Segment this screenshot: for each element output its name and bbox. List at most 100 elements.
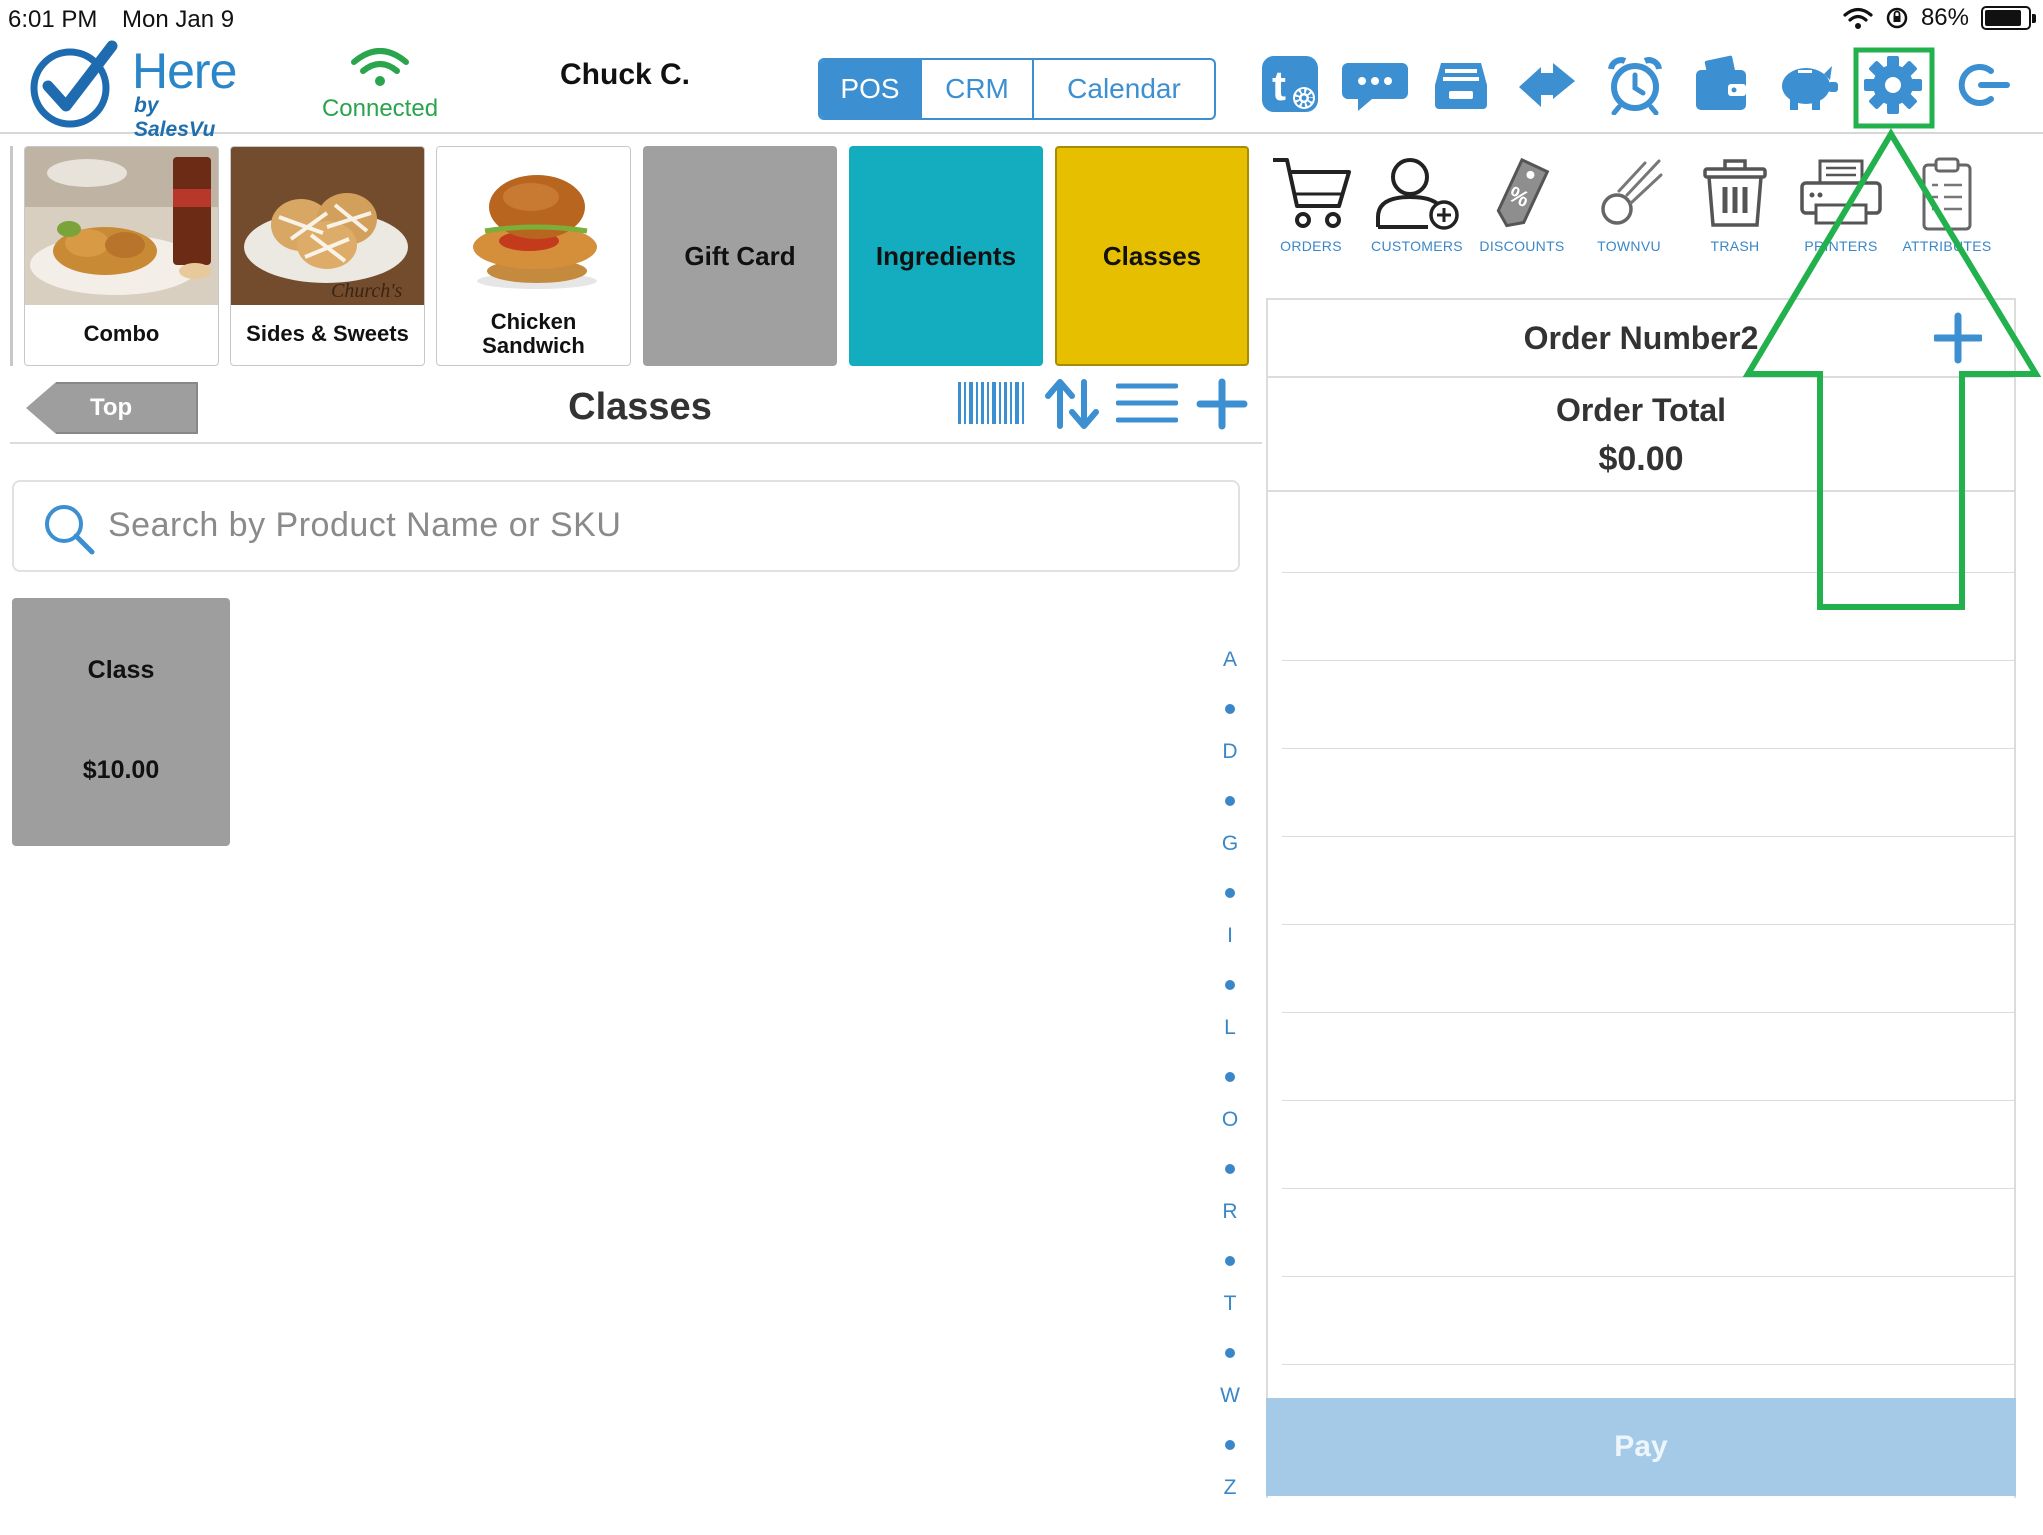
alpha-dot <box>1225 1440 1235 1450</box>
cash-drawer-icon[interactable] <box>1424 48 1498 122</box>
sandwich-photo <box>437 147 630 305</box>
user-name[interactable]: Chuck C. <box>560 58 690 92</box>
category-combo[interactable]: Combo <box>24 146 219 366</box>
top-label: Top <box>90 394 133 421</box>
connection-label: Connected <box>321 95 439 122</box>
alpha-letter[interactable]: D <box>1212 740 1248 764</box>
barcode-icon[interactable] <box>956 380 1026 431</box>
alpha-dot <box>1225 796 1235 806</box>
category-label: Chicken Sandwich <box>482 308 585 358</box>
brand-sub: by SalesVu <box>134 94 216 141</box>
search-input[interactable]: Search by Product Name or SKU <box>12 480 1240 572</box>
alpha-letter[interactable]: L <box>1212 1016 1248 1040</box>
category-gift-card[interactable]: Gift Card <box>643 146 837 366</box>
add-customer-icon <box>1376 158 1459 230</box>
printers-action[interactable]: PRINTERS <box>1786 148 1896 268</box>
scroll-edge <box>10 146 13 366</box>
category-chicken-sandwich[interactable]: Chicken Sandwich <box>436 146 631 366</box>
orientation-lock-icon <box>1886 7 1908 29</box>
alpha-letter[interactable]: W <box>1212 1384 1248 1408</box>
sides-photo: Church's <box>231 147 424 305</box>
trash-icon <box>1703 159 1767 227</box>
category-sides-sweets[interactable]: Church's Sides & Sweets <box>230 146 425 366</box>
order-total-value: $0.00 <box>1598 440 1684 478</box>
product-price: $10.00 <box>82 756 160 784</box>
battery-percent: 86% <box>1920 4 1969 31</box>
logout-icon[interactable] <box>1944 48 2018 122</box>
combo-photo <box>25 147 218 305</box>
order-line-slot <box>1282 1012 2014 1013</box>
discounts-action[interactable]: % DISCOUNTS <box>1467 148 1577 268</box>
customers-action[interactable]: CUSTOMERS <box>1361 148 1473 268</box>
alpha-letter[interactable]: Z <box>1212 1476 1248 1500</box>
product-name: Class <box>87 656 155 684</box>
order-line-slot <box>1282 1100 2014 1101</box>
discount-tag-icon: % <box>1496 157 1550 228</box>
alpha-dot <box>1225 888 1235 898</box>
action-label: TOWNVU <box>1597 238 1661 254</box>
product-tile[interactable]: Class $10.00 <box>12 598 230 846</box>
add-product-icon[interactable] <box>1196 378 1248 435</box>
search-icon <box>45 505 95 555</box>
gear-icon[interactable] <box>1856 48 1930 122</box>
top-button[interactable]: Top <box>26 382 198 434</box>
order-total-label: Order Total <box>1555 392 1727 428</box>
category-classes[interactable]: Classes <box>1055 146 1249 366</box>
action-label: CUSTOMERS <box>1371 238 1463 254</box>
alpha-dot <box>1225 1348 1235 1358</box>
alpha-letter[interactable]: G <box>1212 832 1248 856</box>
category-label: Sides & Sweets <box>246 320 409 346</box>
alpha-dot <box>1225 1164 1235 1174</box>
sort-icon[interactable] <box>1044 378 1100 435</box>
order-line-slot <box>1282 660 2014 661</box>
brand-name: Here <box>132 43 237 99</box>
order-line-slot <box>1282 572 2014 573</box>
tab-pos[interactable]: POS <box>820 60 922 118</box>
wifi-connected-icon <box>351 48 409 86</box>
alpha-letter[interactable]: I <box>1212 924 1248 948</box>
townvu-settings-icon[interactable]: t <box>1254 48 1328 122</box>
action-label: DISCOUNTS <box>1479 238 1565 254</box>
checkmark-logo-icon <box>30 40 118 128</box>
status-time: 6:01 PM <box>8 6 98 33</box>
alpha-letter[interactable]: O <box>1212 1108 1248 1132</box>
svg-text:t: t <box>1272 62 1286 109</box>
trash-action[interactable]: TRASH <box>1680 148 1790 268</box>
piggy-bank-icon[interactable] <box>1770 48 1844 122</box>
action-label: ORDERS <box>1280 238 1342 254</box>
mode-tabs: POS CRM Calendar <box>818 58 1216 120</box>
cart-icon <box>1273 158 1351 228</box>
pay-button[interactable]: Pay <box>1266 1398 2016 1496</box>
order-line-slot <box>1282 1188 2014 1189</box>
order-line-slot <box>1282 1364 2014 1365</box>
alpha-letter[interactable]: A <box>1212 648 1248 672</box>
orders-action[interactable]: ORDERS <box>1256 148 1366 268</box>
action-label: PRINTERS <box>1804 238 1878 254</box>
alpha-dot <box>1225 1256 1235 1266</box>
order-line-slot <box>1282 748 2014 749</box>
alarm-clock-icon[interactable] <box>1598 48 1672 122</box>
tab-calendar[interactable]: Calendar <box>1034 60 1214 118</box>
here-logo: Here by SalesVu <box>28 38 238 141</box>
order-line-slot <box>1282 1276 2014 1277</box>
list-view-icon[interactable] <box>1115 380 1179 431</box>
attributes-action[interactable]: ATTRIBUTES <box>1892 148 2002 268</box>
status-right: 86% <box>1843 4 2036 32</box>
battery-icon <box>1981 6 2036 30</box>
category-ingredients[interactable]: Ingredients <box>849 146 1043 366</box>
wallet-icon[interactable] <box>1684 48 1758 122</box>
tab-crm[interactable]: CRM <box>922 60 1034 118</box>
status-date: Mon Jan 9 <box>122 6 235 33</box>
section-title: Classes <box>568 386 712 428</box>
townvu-action[interactable]: TOWNVU <box>1574 148 1684 268</box>
printer-icon <box>1800 159 1882 225</box>
action-label: TRASH <box>1710 238 1760 254</box>
divider <box>10 442 1262 444</box>
chat-icon[interactable] <box>1338 48 1412 122</box>
wifi-status-icon <box>1843 7 1873 29</box>
alpha-letter[interactable]: R <box>1212 1200 1248 1224</box>
transfer-icon[interactable] <box>1510 48 1584 122</box>
category-label: Combo <box>83 320 160 346</box>
new-order-plus-icon[interactable] <box>1934 312 1982 364</box>
alpha-letter[interactable]: T <box>1212 1292 1248 1316</box>
